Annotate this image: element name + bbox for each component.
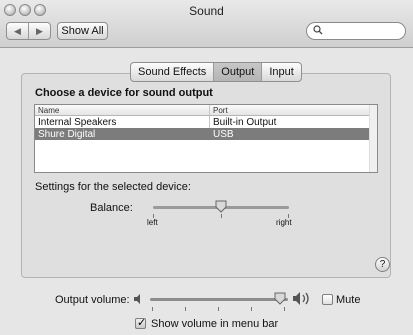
balance-right-label: right [276,218,292,227]
output-volume-slider-track[interactable] [150,298,288,301]
balance-slider-knob[interactable] [215,200,227,213]
output-volume-knob[interactable] [274,292,286,305]
output-volume-label: Output volume: [55,294,130,306]
forward-arrow-icon[interactable]: ▶ [28,23,50,39]
balance-label: Balance: [90,202,133,214]
output-device-table[interactable]: Name Port Internal Speakers Built-in Out… [34,104,378,173]
sound-preferences-window: Sound ◀ ▶ Show All Sound Effects Output … [0,0,413,335]
tab-sound-effects[interactable]: Sound Effects [131,63,213,81]
table-row[interactable]: Shure Digital USB [35,128,377,140]
column-header-port[interactable]: Port [210,105,371,115]
settings-label: Settings for the selected device: [35,181,191,193]
show-volume-checkbox[interactable] [135,316,146,329]
toolbar: Sound ◀ ▶ Show All [0,0,413,48]
speaker-low-icon [134,294,140,304]
table-scrollbar[interactable] [369,105,377,172]
mute-checkbox[interactable] [322,294,333,305]
device-name: Shure Digital [38,128,96,140]
balance-left-label: left [147,218,158,227]
table-row[interactable]: Internal Speakers Built-in Output [35,116,377,128]
tab-input[interactable]: Input [261,63,300,81]
table-header: Name Port [35,105,377,116]
back-arrow-icon[interactable]: ◀ [7,23,28,39]
show-volume-label[interactable]: Show volume in menu bar [151,318,278,330]
device-port: Built-in Output [213,116,277,128]
section-title: Choose a device for sound output [35,87,213,99]
help-button[interactable]: ? [375,257,390,272]
search-field[interactable] [306,22,406,40]
tab-output[interactable]: Output [213,63,262,81]
show-all-button[interactable]: Show All [57,22,108,40]
tab-bar: Sound Effects Output Input [130,62,302,82]
column-header-name[interactable]: Name [35,105,210,115]
mute-label[interactable]: Mute [336,294,360,306]
device-name: Internal Speakers [35,116,210,128]
search-icon [313,25,323,35]
back-forward-control[interactable]: ◀ ▶ [6,22,51,40]
window-title: Sound [189,4,224,18]
device-port: USB [213,128,234,140]
speaker-high-icon [293,292,309,305]
